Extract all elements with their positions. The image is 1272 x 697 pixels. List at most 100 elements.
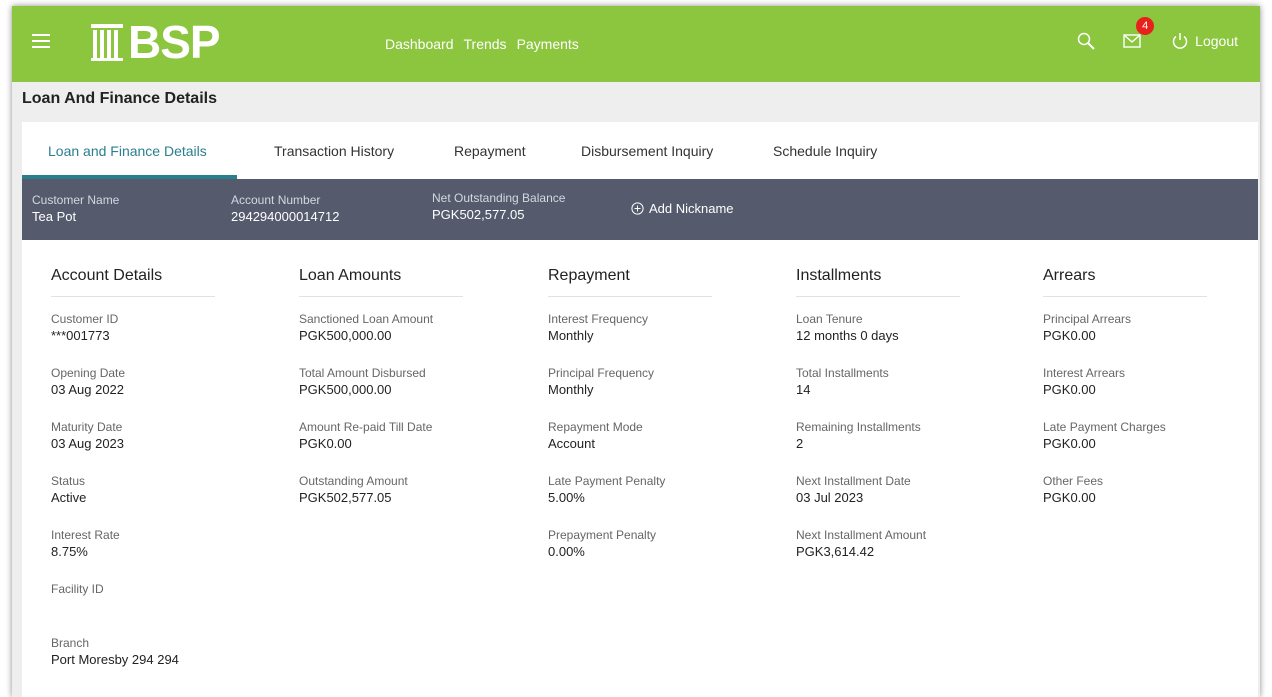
detail-field: Outstanding Amount PGK502,577.05 [299,474,463,528]
field-value: PGK502,577.05 [299,490,392,505]
field-value: PGK0.00 [1043,328,1096,343]
tab-schedule-inquiry[interactable]: Schedule Inquiry [773,143,877,159]
field-label: Loan Tenure [796,312,863,326]
field-value: PGK0.00 [1043,490,1096,505]
section-title: Repayment [548,267,712,297]
field-value: ***001773 [51,328,110,343]
logout-label: Logout [1195,33,1238,49]
net-balance-value: PGK502,577.05 [432,207,525,222]
detail-field: Next Installment Date 03 Jul 2023 [796,474,960,528]
detail-field: Late Payment Charges PGK0.00 [1043,420,1207,474]
detail-field: Late Payment Penalty 5.00% [548,474,712,528]
detail-field: Total Amount Disbursed PGK500,000.00 [299,366,463,420]
field-value: PGK0.00 [1043,382,1096,397]
field-value: 12 months 0 days [796,328,899,343]
field-value: PGK0.00 [299,436,352,451]
detail-field: Principal Frequency Monthly [548,366,712,420]
detail-field: Opening Date 03 Aug 2022 [51,366,215,420]
detail-field: Maturity Date 03 Aug 2023 [51,420,215,474]
customer-name-block: Customer Name Tea Pot [32,193,119,224]
field-value: 2 [796,436,804,451]
detail-field: Total Installments 14 [796,366,960,420]
plus-circle-icon [631,202,644,215]
field-label: Late Payment Charges [1043,420,1166,434]
section-installments: Installments Loan Tenure 12 months 0 days T… [796,267,960,582]
bird-of-paradise-icon [91,24,123,61]
tab-transaction-history[interactable]: Transaction History [274,143,394,159]
field-label: Customer ID [51,312,119,326]
field-label: Prepayment Penalty [548,528,657,542]
top-bar: BSP Dashboard Trends Payments 4 Logout [12,6,1260,82]
bsp-logo[interactable]: BSP [90,16,221,68]
field-value: 5.00% [548,490,585,505]
section-title: Installments [796,267,960,297]
tab-bar: Loan and Finance Details Transaction His… [22,122,1258,179]
tab-repayment[interactable]: Repayment [454,143,526,159]
field-value: Port Moresby 294 294 [51,652,179,667]
field-label: Interest Frequency [548,312,649,326]
field-value: Monthly [548,382,594,397]
field-value: 14 [796,382,811,397]
customer-name-label: Customer Name [32,193,120,207]
field-label: Late Payment Penalty [548,474,666,488]
field-value: 03 Aug 2022 [51,382,125,397]
detail-field: Other Fees PGK0.00 [1043,474,1207,528]
section-repayment: Repayment Interest Frequency Monthly Princi… [548,267,712,582]
top-nav: Dashboard Trends Payments [385,36,579,52]
tab-disbursement-inquiry[interactable]: Disbursement Inquiry [581,143,713,159]
detail-field: Status Active [51,474,215,528]
field-label: Principal Frequency [548,366,655,380]
search-icon[interactable] [1077,32,1095,50]
account-number-label: Account Number [231,193,321,207]
field-value: Account [548,436,595,451]
field-label: Total Installments [796,366,889,380]
field-value: PGK0.00 [1043,436,1096,451]
field-label: Repayment Mode [548,420,643,434]
section-title: Account Details [51,267,215,297]
detail-field: Next Installment Amount PGK3,614.42 [796,528,960,582]
section-loan-amounts: Loan Amounts Sanctioned Loan Amount PGK500… [299,267,463,528]
field-label: Interest Arrears [1043,366,1126,380]
nav-trends[interactable]: Trends [464,36,507,52]
add-nickname-button[interactable]: Add Nickname [631,201,734,216]
mail-icon[interactable]: 4 [1123,17,1155,49]
net-balance-block: Net Outstanding Balance PGK502,577.05 [432,191,565,222]
field-label: Branch [51,636,90,650]
field-value: 03 Jul 2023 [796,490,864,505]
field-label: Outstanding Amount [299,474,408,488]
section-arrears: Arrears Principal Arrears PGK0.00 Interest … [1043,267,1207,528]
menu-icon[interactable] [32,34,50,48]
field-label: Next Installment Amount [796,528,927,542]
field-label: Next Installment Date [796,474,911,488]
details-card: Loan and Finance Details Transaction His… [22,122,1258,697]
field-value: PGK500,000.00 [299,328,392,343]
logout-button[interactable]: Logout [1171,32,1238,50]
field-label: Status [51,474,86,488]
nav-dashboard[interactable]: Dashboard [385,36,454,52]
detail-field: Loan Tenure 12 months 0 days [796,312,960,366]
field-label: Principal Arrears [1043,312,1132,326]
app-window: BSP Dashboard Trends Payments 4 Logout L… [12,6,1260,697]
section-account-details: Account Details Customer ID ***001773 Openi… [51,267,215,690]
detail-field: Prepayment Penalty 0.00% [548,528,712,582]
detail-field: Interest Rate 8.75% [51,528,215,582]
add-nickname-label: Add Nickname [649,201,734,216]
section-title: Loan Amounts [299,267,463,297]
field-label: Maturity Date [51,420,123,434]
field-value: Active [51,490,87,505]
nav-payments[interactable]: Payments [517,36,579,52]
notification-badge: 4 [1136,17,1155,35]
detail-field: Interest Frequency Monthly [548,312,712,366]
account-number-value: 294294000014712 [231,209,340,224]
power-icon [1172,33,1188,49]
field-label: Facility ID [51,582,104,596]
top-right-actions: 4 Logout [1077,17,1238,50]
section-title: Arrears [1043,267,1207,297]
field-label: Sanctioned Loan Amount [299,312,434,326]
field-label: Interest Rate [51,528,120,542]
detail-field: Remaining Installments 2 [796,420,960,474]
field-label: Total Amount Disbursed [299,366,426,380]
logo-text: BSP [128,16,221,68]
tab-loan-and-finance-details[interactable]: Loan and Finance Details [48,143,207,159]
customer-name-value: Tea Pot [32,209,77,224]
